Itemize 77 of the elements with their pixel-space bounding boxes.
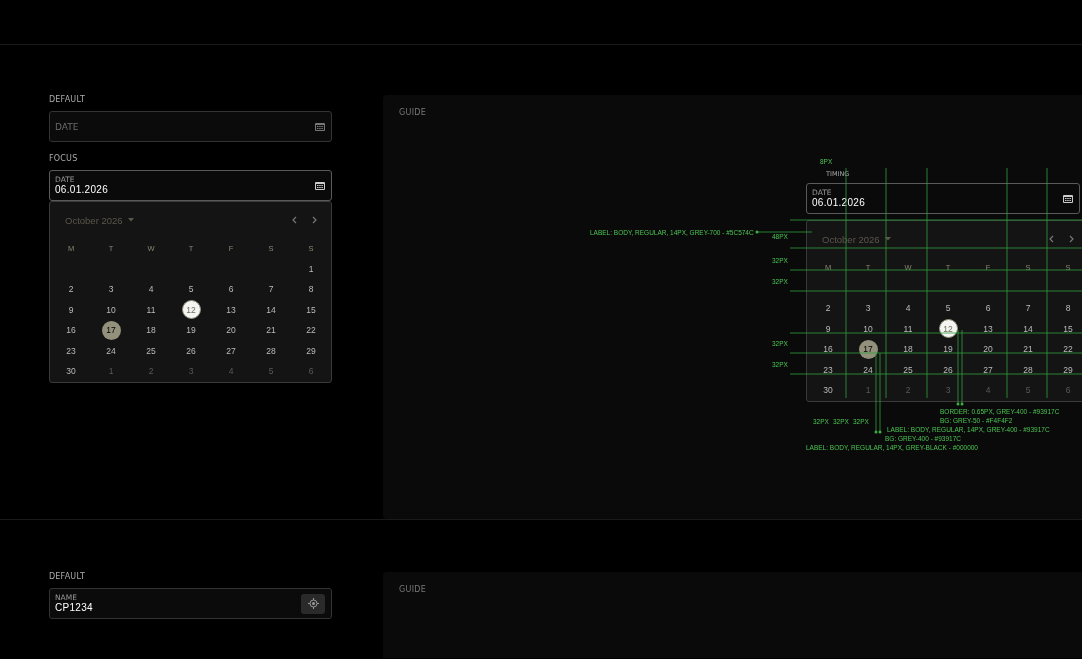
panel-title: GUIDE xyxy=(399,585,427,594)
calendar-day[interactable]: 25 xyxy=(141,341,161,361)
calendar-day[interactable]: 20 xyxy=(221,320,241,340)
calendar-day[interactable]: 10 xyxy=(858,319,878,339)
caret-icon xyxy=(884,237,891,241)
field-value: 06.01.2026 xyxy=(55,184,109,195)
calendar-day[interactable]: 6 xyxy=(221,279,241,299)
calendar-day[interactable]: 23 xyxy=(818,360,838,380)
chevron-left-icon xyxy=(1048,235,1054,243)
calendar-day[interactable]: 9 xyxy=(818,319,838,339)
calendar-day[interactable]: 5 xyxy=(938,298,958,318)
calendar-day[interactable]: 7 xyxy=(1018,298,1038,318)
field-value: 06.01.2026 xyxy=(812,197,866,208)
calendar-icon[interactable] xyxy=(315,181,325,190)
calendar-day[interactable]: 3 xyxy=(858,298,878,318)
calendar-day[interactable]: 15 xyxy=(1058,319,1078,339)
calendar-day[interactable]: 29 xyxy=(1058,360,1078,380)
calendar-day[interactable]: 30 xyxy=(61,361,81,381)
caret-icon xyxy=(127,218,134,222)
calendar-day[interactable]: 4 xyxy=(141,279,161,299)
calendar-day[interactable]: 6 xyxy=(978,298,998,318)
calendar-day[interactable]: 24 xyxy=(101,341,121,361)
calendar-day[interactable]: 8 xyxy=(1058,298,1078,318)
calendar-day[interactable]: 21 xyxy=(1018,339,1038,359)
crosshair-icon xyxy=(307,598,319,609)
calendar-day[interactable]: 14 xyxy=(261,300,281,320)
field-value: CP1234 xyxy=(55,602,93,613)
calendar-day[interactable]: 12 xyxy=(181,300,201,320)
chevron-right-icon xyxy=(311,216,317,224)
date-field[interactable]: DATE xyxy=(49,111,332,142)
calendar-day[interactable]: 11 xyxy=(898,319,918,339)
calendar-day[interactable]: 20 xyxy=(978,339,998,359)
calendar-day[interactable]: 2 xyxy=(61,279,81,299)
calendar-day[interactable]: 19 xyxy=(181,320,201,340)
calendar-day[interactable]: 21 xyxy=(261,320,281,340)
calendar-day[interactable]: 16 xyxy=(818,339,838,359)
calendar-day[interactable]: 19 xyxy=(938,339,958,359)
calendar-day[interactable]: 8 xyxy=(301,279,321,299)
calendar-day[interactable]: 4 xyxy=(898,298,918,318)
calendar-day[interactable]: 26 xyxy=(181,341,201,361)
calendar-day[interactable]: 1 xyxy=(301,259,321,279)
calendar-day[interactable]: 28 xyxy=(261,341,281,361)
chevron-right-icon xyxy=(1068,235,1074,243)
calendar-day[interactable]: 26 xyxy=(938,360,958,380)
calendar-day[interactable]: 11 xyxy=(141,300,161,320)
calendar-icon[interactable] xyxy=(1063,194,1073,203)
calendar-day[interactable]: 22 xyxy=(1058,339,1078,359)
calendar-day[interactable]: 16 xyxy=(61,320,81,340)
calendar-day[interactable]: 7 xyxy=(261,279,281,299)
calendar-day[interactable]: 15 xyxy=(301,300,321,320)
calendar-day[interactable]: 3 xyxy=(101,279,121,299)
calendar-day[interactable]: 27 xyxy=(978,360,998,380)
state-heading: DEFAULT xyxy=(49,572,87,581)
state-heading: FOCUS xyxy=(49,154,79,163)
calendar-day[interactable]: 9 xyxy=(61,300,81,320)
calendar-day[interactable]: 17 xyxy=(101,320,121,340)
calendar-day[interactable]: 13 xyxy=(978,319,998,339)
calendar-day[interactable]: 27 xyxy=(221,341,241,361)
calendar-day[interactable]: 28 xyxy=(1018,360,1038,380)
calendar-day[interactable]: 5 xyxy=(181,279,201,299)
chevron-left-icon xyxy=(291,216,297,224)
calendar-day[interactable]: 29 xyxy=(301,341,321,361)
state-heading: DEFAULT xyxy=(49,95,87,104)
calendar-day[interactable]: 22 xyxy=(301,320,321,340)
calendar-day[interactable]: 18 xyxy=(141,320,161,340)
calendar-day[interactable]: 24 xyxy=(858,360,878,380)
calendar-day[interactable]: 2 xyxy=(818,298,838,318)
calendar-day[interactable]: 13 xyxy=(221,300,241,320)
calendar-day[interactable]: 30 xyxy=(818,380,838,400)
target-button[interactable] xyxy=(301,593,325,614)
field-placeholder: DATE xyxy=(55,121,79,132)
calendar-day[interactable]: 23 xyxy=(61,341,81,361)
calendar-day[interactable]: 10 xyxy=(101,300,121,320)
calendar-day[interactable]: 14 xyxy=(1018,319,1038,339)
calendar-day[interactable]: 25 xyxy=(898,360,918,380)
panel-title: GUIDE xyxy=(399,108,427,117)
calendar-day[interactable]: 18 xyxy=(898,339,918,359)
